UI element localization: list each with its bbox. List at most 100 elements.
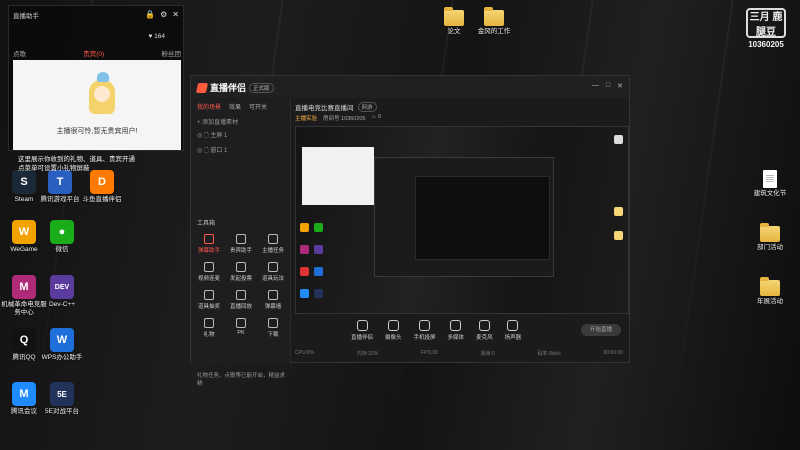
app-title: 直播伴侣 (210, 83, 247, 93)
close-icon[interactable]: ✕ (617, 82, 623, 90)
preview-app-window (374, 157, 554, 277)
vip-empty-panel: 主播很可怜,暂无贵宾用户! (13, 60, 181, 150)
tencent-games-icon: T (48, 170, 72, 194)
speaker-icon (507, 320, 519, 331)
ctrl-speaker[interactable]: 扬声器 (505, 320, 521, 341)
preview-assistant-widget (302, 147, 374, 205)
tab-vip[interactable]: 贵宾(0) (83, 48, 104, 58)
add-source-button[interactable]: + 添加直播素材 (191, 115, 290, 128)
desktop-icon-devcpp[interactable]: DEV Dev-C++ (38, 275, 86, 309)
mascot-illustration (85, 72, 119, 122)
tencent-meeting-icon: M (12, 382, 36, 406)
tool-download[interactable]: 下载 (257, 318, 289, 338)
tab-fans[interactable]: 粉丝团 (161, 48, 181, 58)
minimize-icon[interactable]: — (592, 82, 599, 90)
desktop-icon-tencent-games[interactable]: T 腾讯游戏平台 (36, 170, 84, 204)
ctrl-companion[interactable]: 直播伴侣 (351, 320, 373, 341)
tool-host-task[interactable]: 主播任务 (257, 234, 289, 254)
app-header: 直播伴侣 正式版 — □ ✕ (191, 76, 629, 98)
live-preview[interactable] (295, 126, 629, 314)
download-icon (268, 318, 278, 328)
toolbox-grid: 弹幕助手 贵宾助手 主播任务 视频连麦 发起投票 道具玩法 道具抽奖 直播回放 … (193, 234, 289, 338)
ctrl-phone-cast[interactable]: 手机投屏 (414, 320, 436, 341)
wps-icon: W (50, 328, 74, 352)
devcpp-icon: DEV (50, 275, 74, 299)
gear-icon[interactable]: ⚙ (160, 10, 167, 19)
tab-song[interactable]: 点歌 (13, 48, 26, 58)
monitor-icon (356, 320, 368, 331)
live-assistant-widget[interactable]: 直播助手 🔒 ⚙ ✕ ♥ 164 点歌 贵宾(0) 粉丝团 主播很可怜,暂无贵宾… (8, 5, 184, 151)
room-title[interactable]: 直播电竞比赛直播间 (295, 102, 354, 112)
desktop-folder-work[interactable]: 金冈的工作 (470, 6, 518, 36)
room-tag: 网游 (357, 102, 377, 112)
tool-video-link[interactable]: 视频连麦 (193, 262, 225, 282)
room-meta: 房间号 10360205 (323, 116, 366, 122)
desktop-file-architecture[interactable]: 建筑文化节 (746, 168, 794, 198)
source-screen[interactable]: ◎ 🗋 主屏 1 (191, 128, 290, 143)
empty-message: 主播很可怜,暂无贵宾用户! (56, 128, 138, 135)
ctrl-microphone[interactable]: 麦克风 (476, 320, 493, 341)
microphone-icon (478, 320, 490, 331)
room-number: 10360205 (748, 40, 784, 49)
streamer-watermark: 三月 鹿腿豆 10360205 (742, 8, 790, 49)
status-bar: CPU:8% 内存:32% FPS:30 丢帧:0 码率:0kb/s 00:00… (295, 350, 629, 357)
folder-icon (760, 223, 780, 242)
status-fps: FPS:30 (421, 350, 438, 356)
wall-icon (268, 290, 278, 300)
tool-pk[interactable]: PK (225, 318, 257, 338)
bottom-tip: 礼物任务、点歌等已能开启，精益求精 (197, 373, 286, 387)
tab-effects[interactable]: 效果 (229, 102, 241, 111)
user-icon (236, 234, 246, 244)
desktop-file-exhibition[interactable]: 年展活动 (746, 276, 794, 306)
wegame-icon: W (12, 220, 36, 244)
live-companion-window[interactable]: 直播伴侣 正式版 — □ ✕ 我的场景 效果 可开关 + 添加直播素材 ◎ 🗋 … (190, 75, 630, 387)
tool-vote[interactable]: 发起投票 (225, 262, 257, 282)
room-info-row: 主播实验 房间号 10360205 ♨ 0 (295, 114, 381, 122)
tool-replay[interactable]: 直播回放 (225, 290, 257, 310)
desktop-icon-wps[interactable]: W WPS办公助手 (38, 328, 86, 362)
like-count: ♥ 164 (148, 33, 165, 40)
assistant-hint: 这里展示你收到的礼物、道具、贵宾开通 点菜单可设置小礼物屏蔽 (18, 156, 135, 172)
tool-lottery[interactable]: 道具抽奖 (193, 290, 225, 310)
status-memory: 内存:32% (356, 351, 379, 357)
ctrl-media[interactable]: 多媒体 (448, 320, 464, 341)
status-bitrate: 码率:0kb/s (537, 351, 561, 357)
5e-icon: 5E (50, 382, 74, 406)
source-window[interactable]: ◎ 🗋 窗口 1 (191, 143, 290, 158)
desktop-icon-douyu[interactable]: D 斗鱼直播伴侣 (78, 170, 126, 204)
status-time: 00:00:00 (603, 350, 623, 356)
douyu-icon: D (90, 170, 114, 194)
task-icon (268, 234, 278, 244)
folder-icon (760, 277, 780, 296)
tool-danmu-assistant[interactable]: 弹幕助手 (193, 234, 225, 254)
desktop-file-dept[interactable]: 部门活动 (746, 222, 794, 252)
steam-icon: S (12, 170, 36, 194)
pk-icon (236, 318, 246, 328)
room-title-row: 直播电竞比赛直播间 网游 (295, 102, 377, 112)
close-icon[interactable]: ✕ (172, 10, 179, 19)
replay-icon (236, 290, 246, 300)
tool-vip-assistant[interactable]: 贵宾助手 (225, 234, 257, 254)
tool-prop-play[interactable]: 道具玩法 (257, 262, 289, 282)
toolbox-title: 工具箱 (197, 221, 216, 227)
tab-toggles[interactable]: 可开关 (249, 102, 267, 111)
ctrl-camera[interactable]: 摄像头 (385, 320, 402, 341)
lock-icon[interactable]: 🔒 (145, 10, 155, 19)
logo-icon (195, 82, 209, 93)
gift-icon (268, 262, 278, 272)
tool-danmu-wall[interactable]: 弹幕墙 (257, 290, 289, 310)
assistant-title: 直播助手 (13, 13, 39, 20)
status-dropped: 丢帧:0 (480, 351, 495, 357)
tab-my-scenes[interactable]: 我的场景 (197, 102, 221, 111)
folder-icon (484, 7, 504, 26)
camera-icon (387, 320, 399, 331)
desktop-icon-wechat[interactable]: ● 微信 (38, 220, 86, 254)
present-icon (204, 318, 214, 328)
room-category[interactable]: 主播实验 (295, 114, 317, 122)
desktop-icon-5e[interactable]: 5E 5E对战平台 (38, 382, 86, 416)
maximize-icon[interactable]: □ (606, 82, 610, 90)
lottery-icon (204, 290, 214, 300)
media-icon (450, 320, 462, 331)
tool-gift[interactable]: 礼物 (193, 318, 225, 338)
start-live-button[interactable]: 开始直播 (581, 324, 621, 336)
